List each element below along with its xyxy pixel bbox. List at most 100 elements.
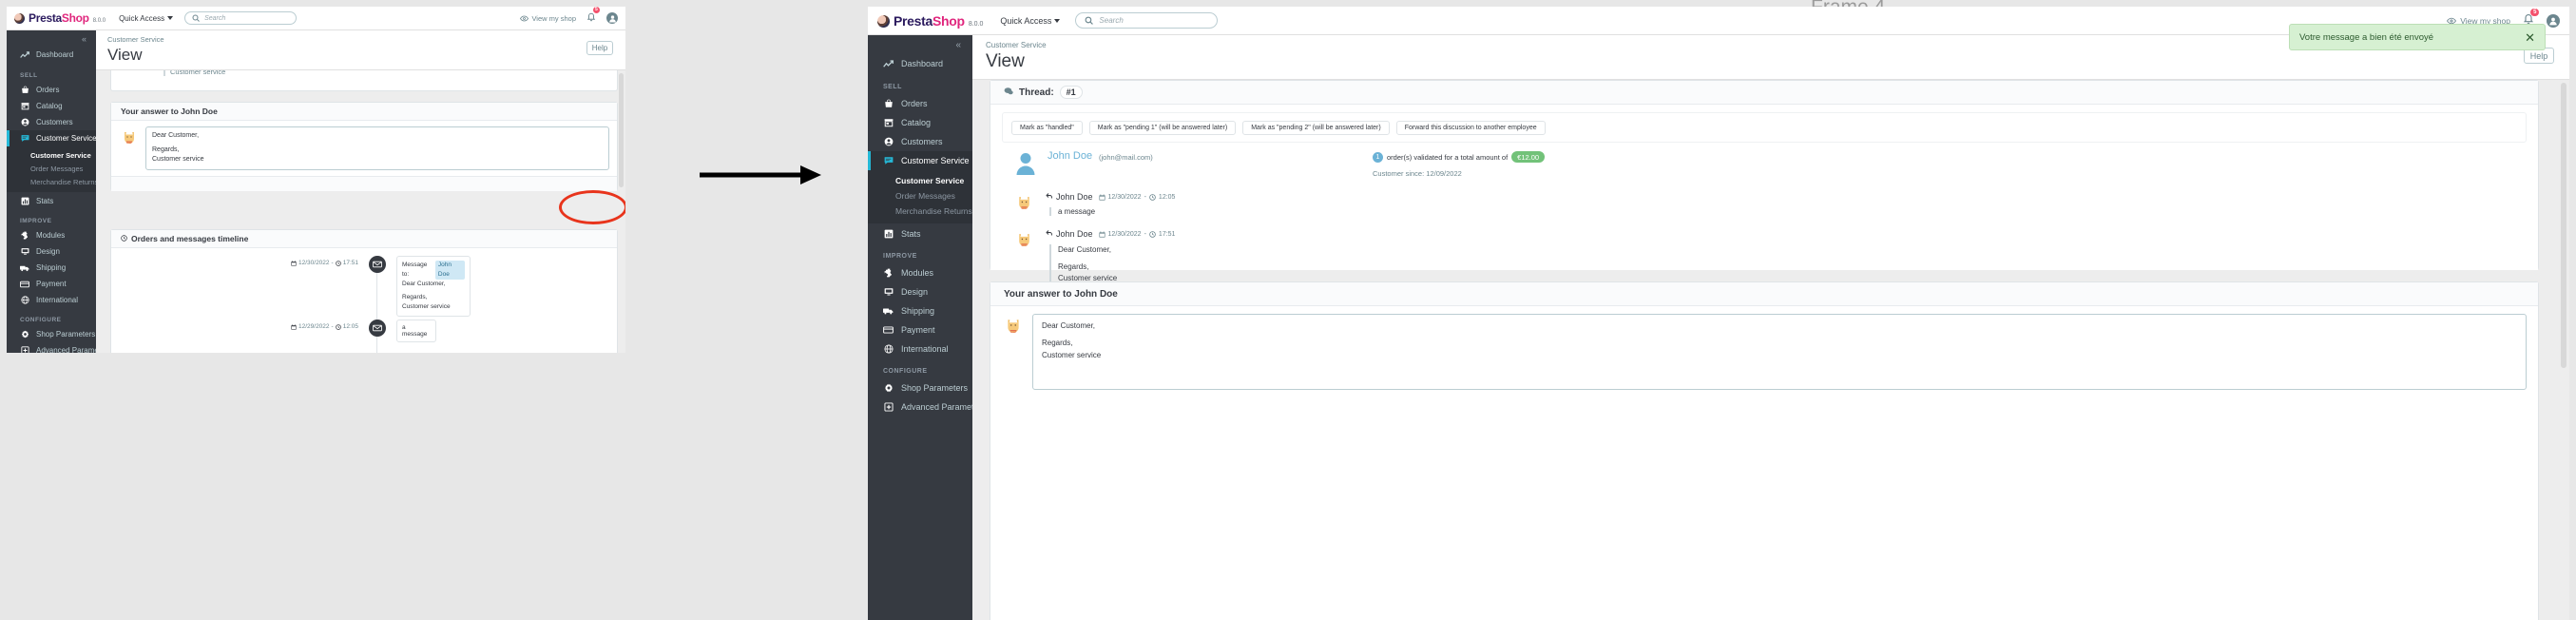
sidebar-item-orders[interactable]: Orders	[7, 82, 96, 98]
sidebar-section-configure: CONFIGURE	[20, 317, 62, 323]
toast-message: Votre message a bien été envoyé	[2299, 31, 2434, 43]
timeline-panel-body: 12/30/2022 - 17:51 Message to: John Doe	[111, 248, 617, 353]
mark-as-pending-2-button[interactable]: Mark as "pending 2" (will be answered la…	[1242, 120, 1390, 135]
prestashop-logo[interactable]: PrestaShop 8.0.0	[877, 13, 983, 29]
globe-icon	[883, 344, 894, 354]
sidebar-subitem-merchandise-returns[interactable]: Merchandise Returns	[30, 175, 96, 188]
sidebar-item-catalog[interactable]: Catalog	[868, 113, 972, 132]
sidebar-item-stats[interactable]: Stats	[7, 192, 96, 209]
sidebar-section-sell: SELL	[883, 84, 902, 90]
sidebar-item-international[interactable]: International	[7, 292, 96, 308]
sidebar-collapse-button[interactable]: «	[868, 35, 972, 53]
truck-icon	[20, 264, 29, 272]
prestashop-logo[interactable]: PrestaShop 8.0.0	[14, 11, 106, 25]
content-scrollbar[interactable]	[619, 73, 624, 187]
timeline-card-tag[interactable]: John Doe	[434, 261, 465, 280]
sidebar-item-design[interactable]: Design	[7, 243, 96, 260]
thread-label: Thread:	[1019, 87, 1054, 98]
store-icon	[20, 102, 29, 110]
mark-as-handled-button[interactable]: Mark as "handled"	[1011, 120, 1083, 135]
thread-message-header: John Doe 12/30/2022 - 17:51	[1046, 229, 1175, 239]
search-input[interactable]: Search	[184, 11, 298, 25]
sidebar-section-configure: CONFIGURE	[883, 368, 928, 375]
sidebar-collapse-button[interactable]: «	[7, 30, 96, 46]
timeline-entry-timestamp: 12/30/2022 - 17:51	[291, 260, 358, 266]
sidebar-item-shipping[interactable]: Shipping	[7, 260, 96, 276]
timeline-time: 12:05	[342, 323, 358, 330]
calendar-icon	[1098, 230, 1105, 238]
forward-discussion-button[interactable]: Forward this discussion to another emplo…	[1395, 120, 1546, 135]
content-scrollbar[interactable]	[2561, 83, 2566, 368]
timeline-date: 12/30/2022	[298, 260, 330, 266]
timeline-card-line-0: a message	[402, 324, 428, 338]
sidebar-item-modules[interactable]: Modules	[868, 263, 972, 282]
orders-validated-text: order(s) validated for a total amount of	[1387, 152, 1509, 162]
sidebar-item-customers[interactable]: Customers	[868, 132, 972, 151]
timeline-panel: Orders and messages timeline 12/30/2022 …	[110, 229, 618, 353]
notifications-button[interactable]: 5	[586, 7, 600, 27]
speech-bubble-icon	[883, 156, 894, 165]
sidebar-item-modules[interactable]: Modules	[7, 227, 96, 243]
sidebar-item-advanced-parameters[interactable]: Advanced Parameters	[7, 342, 96, 353]
sidebar-item-shop-parameters[interactable]: Shop Parameters	[868, 378, 972, 397]
basket-icon	[20, 86, 29, 94]
sidebar-item-customer-service[interactable]: Customer Service ^	[868, 151, 972, 170]
quick-access-menu[interactable]: Quick Access	[119, 14, 174, 23]
sidebar-item-label: Shipping	[36, 263, 67, 272]
sidebar-subitem-customer-service[interactable]: Customer Service	[30, 148, 96, 162]
send-button-annotation	[559, 190, 625, 224]
double-chevron-left-icon: «	[81, 34, 87, 44]
trend-line-icon	[883, 59, 894, 68]
answer-textarea[interactable]: Dear Customer, Regards, Customer service	[145, 126, 609, 170]
answer-panel-title: Your answer to John Doe	[990, 282, 2538, 306]
sidebar-subitem-order-messages[interactable]: Order Messages	[30, 162, 96, 175]
notification-count-badge: 5	[592, 7, 600, 13]
answer-line-2: Regards,	[1042, 339, 1073, 348]
timeline-entry-timestamp: 12/29/2022 - 12:05	[291, 323, 358, 330]
sidebar-subitem-customer-service[interactable]: Customer Service	[895, 173, 972, 188]
answer-panel: Your answer to John Doe wow! Dear Custom…	[110, 102, 618, 191]
sidebar-item-advanced-parameters[interactable]: Advanced Parameters	[868, 397, 972, 417]
sidebar-item-dashboard[interactable]: Dashboard	[868, 53, 972, 74]
sidebar-item-stats[interactable]: Stats	[868, 223, 972, 243]
customer-email: (john@mail.com)	[1099, 153, 1153, 162]
help-button[interactable]: Help	[586, 41, 613, 55]
sidebar-item-payment[interactable]: Payment	[7, 276, 96, 292]
sidebar-item-shop-parameters[interactable]: Shop Parameters	[7, 326, 96, 342]
close-icon[interactable]: ✕	[2525, 31, 2535, 44]
mark-as-pending-1-button[interactable]: Mark as "pending 1" (will be answered la…	[1088, 120, 1237, 135]
globe-icon	[20, 296, 29, 304]
sidebar-item-catalog[interactable]: Catalog	[7, 98, 96, 114]
timeline-card-header: Message to: John Doe	[402, 261, 465, 280]
sidebar-item-label: Customer Service	[36, 134, 96, 143]
sidebar-item-orders[interactable]: Orders	[868, 94, 972, 113]
answer-line-0: Dear Customer,	[152, 132, 200, 139]
customer-name-link[interactable]: John Doe	[1048, 150, 1092, 162]
answer-textarea[interactable]: Dear Customer, Regards, Customer service	[1032, 314, 2527, 390]
calendar-icon	[291, 323, 297, 330]
sidebar-item-payment[interactable]: Payment	[868, 320, 972, 339]
sidebar-subitem-order-messages[interactable]: Order Messages	[895, 188, 972, 203]
transition-arrow	[700, 160, 821, 190]
sidebar-item-customer-service[interactable]: Customer Service	[7, 130, 96, 146]
avatar[interactable]	[2547, 13, 2560, 28]
active-indicator	[7, 130, 10, 146]
previous-message-panel-partial: Customer service	[110, 70, 618, 91]
sidebar-item-label: Dashboard	[36, 50, 74, 59]
cat-avatar-icon: wow!	[1006, 317, 1021, 339]
quick-access-menu[interactable]: Quick Access	[1000, 16, 1061, 26]
sidebar-item-label: Shipping	[901, 306, 935, 316]
sidebar-item-shipping[interactable]: Shipping	[868, 301, 972, 320]
sidebar-item-international[interactable]: International	[868, 339, 972, 358]
sidebar-item-dashboard[interactable]: Dashboard	[7, 46, 96, 64]
search-input[interactable]: Search	[1075, 12, 1219, 29]
sidebar-item-design[interactable]: Design	[868, 282, 972, 301]
success-toast: Votre message a bien été envoyé ✕	[2289, 24, 2546, 50]
speech-bubble-icon	[1004, 87, 1013, 99]
sidebar-subitem-merchandise-returns[interactable]: Merchandise Returns	[895, 203, 972, 219]
sidebar-item-customers[interactable]: Customers	[7, 114, 96, 130]
credit-card-icon	[20, 281, 29, 288]
avatar-icon	[608, 14, 616, 22]
avatar[interactable]	[606, 12, 618, 24]
view-my-shop-link[interactable]: View my shop	[520, 14, 576, 23]
